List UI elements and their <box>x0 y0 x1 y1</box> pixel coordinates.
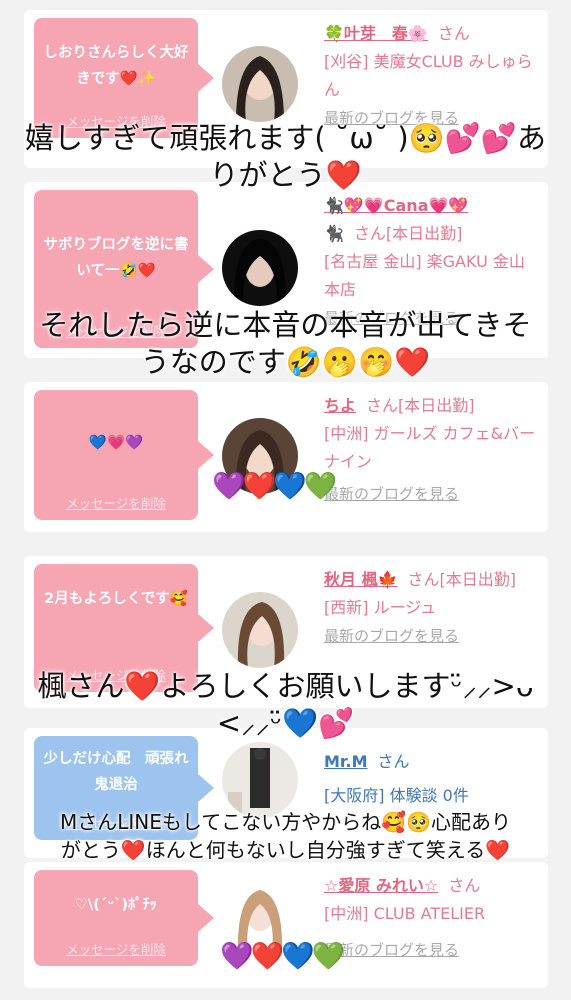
message-text: ♡\(ˊᵕˋ)ﾎﾟﾁｯ <box>74 897 158 913</box>
hearts-sticker: 💜❤️💙💚 <box>212 470 338 502</box>
purple-heart-icon: 💜 <box>220 941 254 972</box>
overlay-caption: 嬉しすぎて頑張れます( ˘ω˘ )🥺💕💕あ りがとう❤️ <box>0 120 571 194</box>
message-bubble: ♡\(ˊᵕˋ)ﾎﾟﾁｯ メッセージを削除 <box>34 870 214 966</box>
user-name-link[interactable]: ちよ <box>324 396 356 415</box>
overlay-line: うなのです🤣🫢🤭❤️ <box>140 345 431 379</box>
overlay-line: 嬉しすぎて頑張れます( ˘ω˘ )🥺💕💕あ <box>24 121 547 155</box>
user-info: 秋月 楓🍁 さん[本日出勤] [西新] ルージュ 最新のブログを見る <box>324 566 538 650</box>
message-bubble: 💙💗💜 メッセージを削除 <box>34 390 214 520</box>
shop-info: [中洲] CLUB ATELIER <box>324 904 486 923</box>
overlay-line: MさんLINEもしてこない方やからね🥰🥺心配あり <box>59 810 512 834</box>
message-text: しおりさんらしく大好きです❤️✨ <box>43 45 189 87</box>
message-text: 少しだけ心配 頑張れ鬼退治 <box>43 751 189 793</box>
user-name-link[interactable]: Mr.M <box>324 752 368 771</box>
san-label: さん <box>377 752 410 771</box>
blue-heart-icon: 💙 <box>281 941 315 972</box>
san-label: さん[本日出勤] <box>353 224 463 243</box>
user-name-suffix: 🐈‍⬛ <box>324 224 344 243</box>
user-name-link[interactable]: 🐈‍⬛💖💗Cana💗💖 <box>324 196 468 215</box>
user-info: 🍀叶芽 春🌸 さん [刈谷] 美魔女CLUB みしゅらん 最新のブログを見る <box>324 20 538 132</box>
overlay-line: <⸝⸝ᵕ̈💙💕 <box>216 706 355 740</box>
shop-info: [西新] ルージュ <box>324 598 437 617</box>
delete-message-link[interactable]: メッセージを削除 <box>34 939 198 958</box>
overlay-line: 楓さん❤️よろしくお願いしますᵕ̈⸝⸝>ᴗ <box>37 669 534 703</box>
avatar[interactable] <box>222 592 298 668</box>
overlay-line: りがとう❤️ <box>209 158 362 192</box>
avatar[interactable] <box>222 230 298 306</box>
shop-info: [中洲] ガールズ カフェ&バー ナイン <box>324 424 536 471</box>
avatar[interactable] <box>222 742 298 818</box>
user-info: ☆愛原 みれい☆ さん [中洲] CLUB ATELIER 最新のブログを見る <box>324 872 538 964</box>
user-info: ちよ さん[本日出勤] [中洲] ガールズ カフェ&バー ナイン 最新のブログを見… <box>324 392 538 508</box>
shop-info: [名古屋 金山] 楽GAKU 金山本店 <box>324 252 525 299</box>
user-name-link[interactable]: 🍀叶芽 春🌸 <box>324 24 428 43</box>
hearts-sticker: 💜❤️💙💚 <box>220 940 346 972</box>
overlay-caption: MさんLINEもしてこない方やからね🥰🥺心配あり がとう❤️ほんと何もないし自分… <box>0 808 571 864</box>
avatar[interactable] <box>222 46 298 122</box>
san-label: さん[本日出勤] <box>407 570 517 589</box>
message-text: 2月もよろしくです🥰 <box>44 591 188 607</box>
shop-info: [刈谷] 美魔女CLUB みしゅらん <box>324 52 533 99</box>
red-heart-icon: ❤️ <box>242 471 277 502</box>
delete-message-link[interactable]: メッセージを削除 <box>34 493 198 512</box>
latest-blog-link[interactable]: 最新のブログを見る <box>324 480 538 508</box>
message-text: サボりブログを逆に書いて一🤣❤️ <box>43 237 189 279</box>
user-info: Mr.M さん [大阪府] 体験談 0件 <box>324 748 538 810</box>
overlay-line: がとう❤️ほんと何もないし自分強すぎて笑える❤️ <box>60 838 511 862</box>
purple-heart-icon: 💜 <box>212 471 246 502</box>
green-heart-icon: 💚 <box>311 941 346 972</box>
overlay-caption: 楓さん❤️よろしくお願いしますᵕ̈⸝⸝>ᴗ <⸝⸝ᵕ̈💙💕 <box>0 668 571 742</box>
san-label: さん <box>448 876 481 895</box>
san-label: さん[本日出勤] <box>366 396 475 415</box>
latest-blog-link[interactable]: 最新のブログを見る <box>324 936 538 964</box>
blue-heart-icon: 💙 <box>273 471 307 502</box>
shop-info: [大阪府] 体験談 0件 <box>324 786 469 805</box>
san-label: さん <box>437 24 470 43</box>
user-name-link[interactable]: ☆愛原 みれい☆ <box>324 876 438 895</box>
overlay-caption: それしたら逆に本音の本音が出てきそ うなのです🤣🫢🤭❤️ <box>0 307 571 381</box>
red-heart-icon: ❤️ <box>250 941 285 972</box>
message-text: 💙💗💜 <box>88 435 144 451</box>
green-heart-icon: 💚 <box>303 471 338 502</box>
user-name-link[interactable]: 秋月 楓🍁 <box>324 570 398 589</box>
latest-blog-link[interactable]: 最新のブログを見る <box>324 622 538 650</box>
overlay-line: それしたら逆に本音の本音が出てきそ <box>39 308 532 342</box>
message-card: 💙💗💜 メッセージを削除 ちよ さん[本日出勤] [中洲] ガールズ カフェ&バー… <box>24 382 548 532</box>
